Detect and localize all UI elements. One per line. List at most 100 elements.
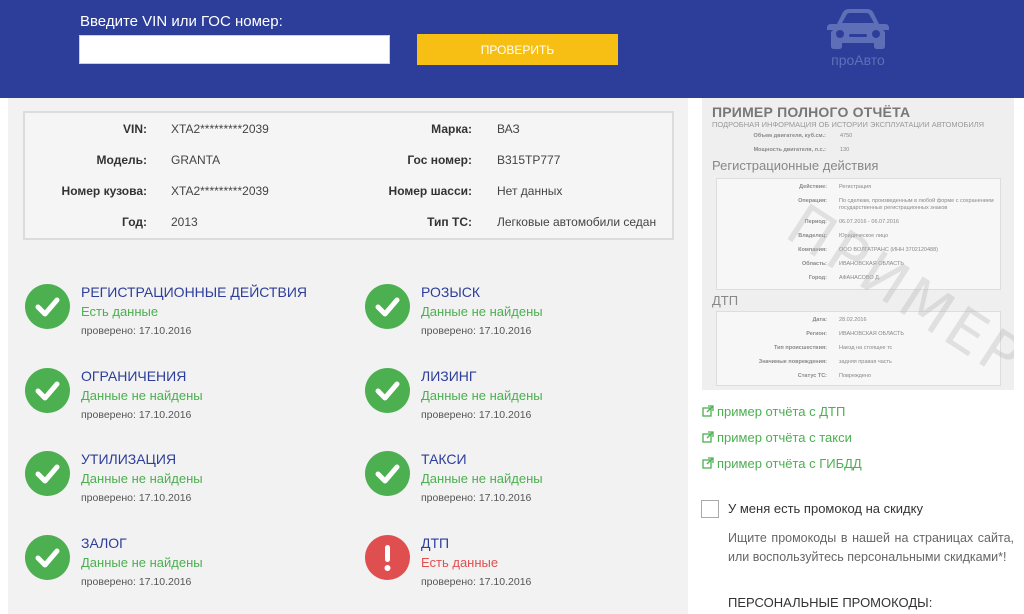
sample-field-value: 4750 (840, 133, 853, 139)
sample-field-label: Дата: (812, 317, 827, 323)
check-button[interactable]: ПРОВЕРИТЬ (417, 34, 618, 65)
make-value: ВАЗ (497, 122, 520, 136)
car-logo-icon (827, 9, 889, 49)
sample-dtp-heading: ДТП (712, 293, 739, 308)
sample-reg-heading: Регистрационные действия (712, 158, 879, 173)
check-title: РОЗЫСК (421, 284, 481, 300)
sample-taxi-link[interactable]: пример отчёта с такси (702, 430, 852, 446)
check-circle-icon (25, 284, 70, 329)
logo[interactable]: проАвто (820, 6, 896, 72)
logo-text: проАвто (831, 52, 885, 68)
promo-checkbox[interactable] (701, 500, 719, 518)
sample-gibdd-link-text: пример отчёта с ГИБДД (717, 456, 862, 471)
check-result: Есть данные (421, 555, 499, 570)
check-disposal: УТИЛИЗАЦИЯ Данные не найдены проверено: … (25, 451, 345, 521)
check-date: проверено: 17.10.2016 (421, 576, 532, 588)
check-result: Данные не найдены (421, 471, 543, 486)
check-circle-icon (365, 451, 410, 496)
check-title: ЗАЛОГ (81, 535, 127, 551)
check-date: проверено: 17.10.2016 (421, 325, 532, 337)
sample-field-value: государственных регистрационных знаков (839, 205, 948, 211)
vin-input-label: Введите VIN или ГОС номер: (80, 13, 283, 30)
sample-field-label: Значимые повреждения: (758, 359, 827, 365)
external-link-icon (702, 457, 714, 472)
sample-field-value: задняя правая часть (839, 359, 892, 365)
vin-value: XTA2*********2039 (171, 122, 269, 136)
sample-field-label: Мощность двигателя, л.с.: (753, 147, 826, 153)
check-circle-icon (25, 368, 70, 413)
check-result: Данные не найдены (81, 471, 203, 486)
check-leasing: ЛИЗИНГ Данные не найдены проверено: 17.1… (365, 368, 685, 438)
check-accidents: ДТП Есть данные проверено: 17.10.2016 (365, 535, 685, 605)
check-title: РЕГИСТРАЦИОННЫЕ ДЕЙСТВИЯ (81, 284, 307, 300)
check-title: ОГРАНИЧЕНИЯ (81, 368, 187, 384)
vin-label: VIN: (123, 122, 147, 136)
check-date: проверено: 17.10.2016 (81, 492, 192, 504)
vehicle-type-value: Легковые автомобили седан (497, 215, 657, 229)
sample-dtp-link-text: пример отчёта с ДТП (717, 404, 846, 419)
check-result: Данные не найдены (81, 555, 203, 570)
info-row: Номер кузова: XTA2*********2039 Номер ша… (25, 184, 672, 204)
check-date: проверено: 17.10.2016 (81, 409, 192, 421)
sample-field-value: По сделкам, произведенным в любой форме … (839, 198, 994, 204)
sample-report-preview[interactable]: ПРИМЕР ПОЛНОГО ОТЧЁТА ПОДРОБНАЯ ИНФОРМАЦ… (702, 98, 1014, 390)
check-title: ДТП (421, 535, 450, 551)
check-result: Данные не найдены (421, 304, 543, 319)
check-date: проверено: 17.10.2016 (81, 576, 192, 588)
info-row: VIN: XTA2*********2039 Марка: ВАЗ (25, 122, 672, 142)
check-title: ЛИЗИНГ (421, 368, 477, 384)
year-value: 2013 (171, 215, 198, 229)
check-date: проверено: 17.10.2016 (421, 409, 532, 421)
sample-field-value: Наезд на стоящее тс (839, 345, 893, 351)
check-result: Есть данные (81, 304, 159, 319)
exclamation-circle-icon (365, 535, 410, 580)
promo-checkbox-label[interactable]: У меня есть промокод на скидку (728, 501, 923, 516)
sample-field-label: Объем двигателя, куб.см.: (753, 133, 826, 139)
sample-field-value: Повреждено (839, 373, 872, 379)
sample-title: ПРИМЕР ПОЛНОГО ОТЧЁТА (712, 104, 911, 120)
check-pledge: ЗАЛОГ Данные не найдены проверено: 17.10… (25, 535, 345, 605)
model-value: GRANTA (171, 153, 221, 167)
chassis-value: Нет данных (497, 184, 563, 198)
site-header: Введите VIN или ГОС номер: ПРОВЕРИТЬ про… (0, 0, 1024, 98)
check-circle-icon (365, 368, 410, 413)
sample-field-label: Город: (808, 275, 827, 281)
chassis-label: Номер шасси: (388, 184, 472, 198)
check-date: проверено: 17.10.2016 (81, 325, 192, 337)
sample-dtp-link[interactable]: пример отчёта с ДТП (702, 404, 845, 420)
check-title: ТАКСИ (421, 451, 467, 467)
body-number-value: XTA2*********2039 (171, 184, 269, 198)
check-registration: РЕГИСТРАЦИОННЫЕ ДЕЙСТВИЯ Есть данные про… (25, 284, 345, 354)
check-circle-icon (365, 284, 410, 329)
plate-value: В315ТР777 (497, 153, 561, 167)
sample-gibdd-link[interactable]: пример отчёта с ГИБДД (702, 456, 862, 472)
body-number-label: Номер кузова: (61, 184, 147, 198)
check-title: УТИЛИЗАЦИЯ (81, 451, 177, 467)
report-summary-panel: VIN: XTA2*********2039 Марка: ВАЗ Модель… (8, 98, 688, 614)
sample-subtitle: ПОДРОБНАЯ ИНФОРМАЦИЯ ОБ ИСТОРИИ ЭКСПЛУАТ… (712, 120, 985, 129)
sample-field-label: Действие: (799, 184, 827, 190)
sample-field-value: 130 (840, 147, 850, 153)
make-label: Марка: (431, 122, 472, 136)
check-circle-icon (25, 451, 70, 496)
sample-field-value: ИВАНОВСКАЯ ОБЛАСТЬ (839, 331, 904, 337)
sample-field-label: Тип происшествия: (774, 345, 827, 351)
info-row: Модель: GRANTA Гос номер: В315ТР777 (25, 153, 672, 173)
year-label: Год: (122, 215, 147, 229)
vin-input[interactable] (79, 35, 390, 64)
personal-promo-heading: ПЕРСОНАЛЬНЫЕ ПРОМОКОДЫ: (728, 595, 933, 610)
check-result: Данные не найдены (421, 388, 543, 403)
sample-field-label: Статус ТС: (797, 373, 827, 379)
check-circle-icon (25, 535, 70, 580)
plate-label: Гос номер: (407, 153, 472, 167)
external-link-icon (702, 431, 714, 446)
promo-description: Ищите промокоды в нашей на страницах сай… (728, 531, 1014, 564)
vehicle-type-label: Тип ТС: (427, 215, 472, 229)
check-taxi: ТАКСИ Данные не найдены проверено: 17.10… (365, 451, 685, 521)
model-label: Модель: (96, 153, 147, 167)
external-link-icon (702, 405, 714, 420)
sample-field-label: Регион: (806, 331, 827, 337)
check-restrictions: ОГРАНИЧЕНИЯ Данные не найдены проверено:… (25, 368, 345, 438)
sample-field-value: 28.02.2016 (839, 317, 867, 323)
check-wanted: РОЗЫСК Данные не найдены проверено: 17.1… (365, 284, 685, 354)
